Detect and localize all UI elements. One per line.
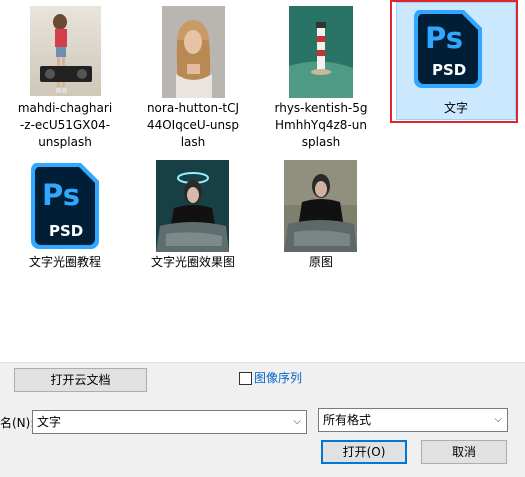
file-item[interactable]: 文字光圈效果图 [138, 156, 248, 276]
highlight-annotation-box [390, 0, 518, 123]
file-name: 文字光圈教程 [28, 255, 101, 269]
open-button[interactable]: 打开(O) [321, 440, 407, 464]
file-name: 文字光圈效果图 [150, 255, 235, 269]
filename-label: 名(N): [0, 416, 35, 430]
file-thumbnail [156, 160, 229, 252]
file-thumbnail [289, 6, 353, 98]
psd-file-icon: Ps PSD [29, 161, 101, 251]
file-name: 原图 [308, 255, 333, 269]
file-name: nora-hutton-tCJ 44OIqceU-unsp lash [146, 101, 240, 149]
chevron-down-icon[interactable]: ⌵ [494, 409, 502, 431]
image-sequence-label[interactable]: 图像序列 [254, 369, 302, 386]
file-item[interactable]: mahdi-chaghari -z-ecU51GX04- unsplash [10, 0, 120, 160]
file-name: rhys-kentish-5g HmhhYq4z8-un splash [274, 101, 368, 149]
file-list-area: mahdi-chaghari -z-ecU51GX04- unsplash no… [0, 0, 525, 362]
image-sequence-checkbox[interactable] [239, 372, 252, 385]
file-thumbnail [30, 6, 101, 96]
file-type-select[interactable]: 所有格式 ⌵ [318, 408, 508, 432]
ps-glyph-text: Ps [42, 178, 80, 212]
open-cloud-document-button[interactable]: 打开云文档 [14, 368, 147, 392]
chevron-down-icon[interactable]: ⌵ [293, 411, 301, 433]
psd-glyph-text: PSD [49, 222, 83, 240]
cancel-button[interactable]: 取消 [421, 440, 507, 464]
file-type-value: 所有格式 [323, 413, 372, 427]
filename-combobox[interactable]: 文字 ⌵ [32, 410, 307, 434]
file-item[interactable]: nora-hutton-tCJ 44OIqceU-unsp lash [138, 0, 248, 160]
file-thumbnail [162, 6, 225, 98]
file-name: mahdi-chaghari -z-ecU51GX04- unsplash [17, 101, 113, 149]
file-item[interactable]: rhys-kentish-5g HmhhYq4z8-un splash [266, 0, 376, 160]
file-item[interactable]: 原图 [266, 156, 376, 276]
file-item[interactable]: Ps PSD 文字光圈教程 [10, 156, 120, 276]
file-thumbnail [284, 160, 357, 252]
filename-value: 文字 [37, 415, 62, 429]
